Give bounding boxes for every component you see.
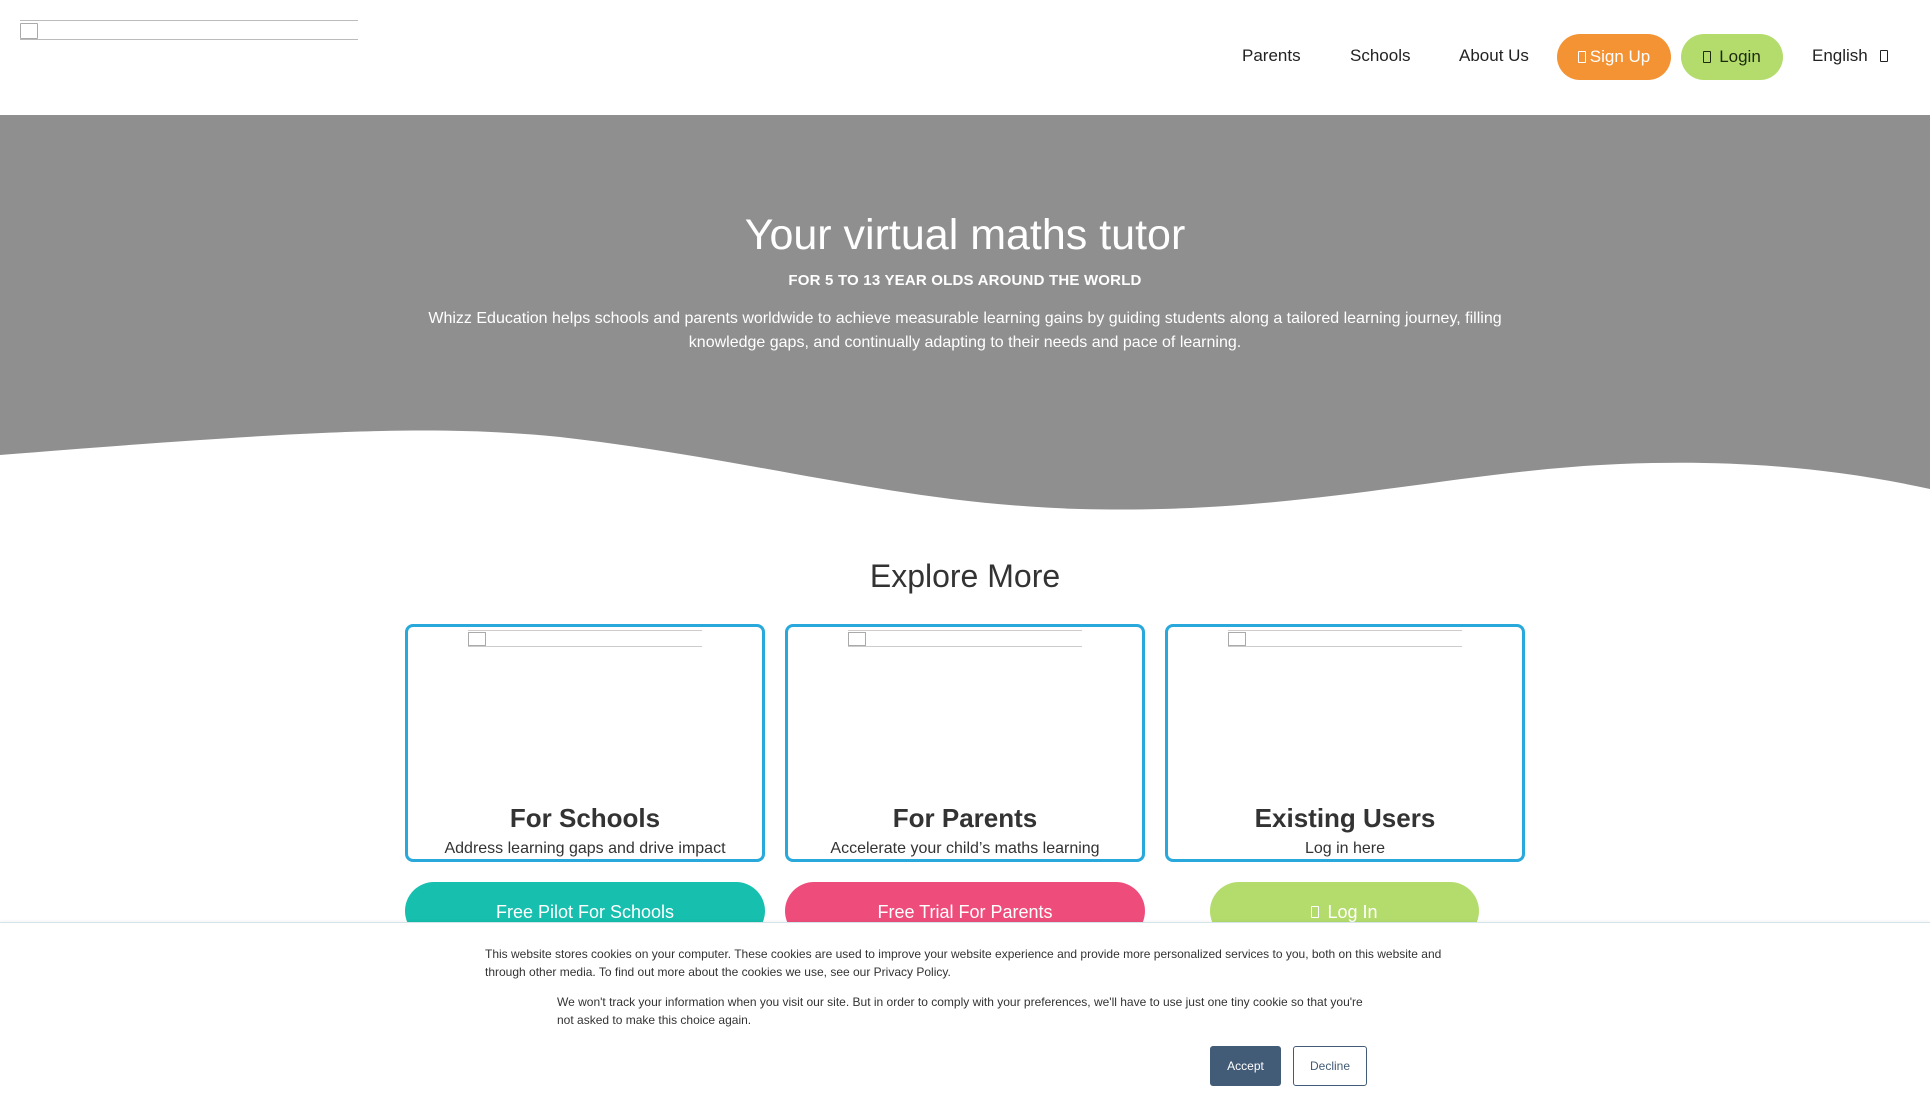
- login-icon: [1703, 51, 1712, 63]
- cookie-banner: This website stores cookies on your comp…: [0, 922, 1930, 1112]
- card-title: For Parents: [892, 803, 1038, 833]
- language-label: English: [1812, 46, 1868, 65]
- card-existing-users[interactable]: Existing Users Log in here: [1165, 624, 1525, 862]
- cookie-notice-text: This website stores cookies on your comp…: [485, 947, 1442, 979]
- login-label: Login: [1719, 47, 1761, 66]
- card-description: Address learning gaps and drive impact: [444, 840, 726, 857]
- decline-cookies-button[interactable]: Decline: [1293, 1046, 1367, 1086]
- chevron-down-icon: [1879, 50, 1888, 62]
- nav-about-us[interactable]: About Us: [1459, 46, 1529, 66]
- hero-section: Your virtual maths tutor FOR 5 TO 13 YEA…: [0, 115, 1930, 515]
- hero-title: Your virtual maths tutor: [744, 211, 1186, 259]
- user-plus-icon: [1577, 51, 1586, 63]
- broken-image-icon: [848, 632, 866, 646]
- card-for-schools[interactable]: For Schools Address learning gaps and dr…: [405, 624, 765, 862]
- broken-image-icon: [1228, 632, 1246, 646]
- signup-label: Sign Up: [1589, 47, 1651, 66]
- card-description: Accelerate your child’s maths learning: [830, 840, 1100, 857]
- language-selector[interactable]: English: [1812, 46, 1888, 66]
- cookie-tracking-text: We won't track your information when you…: [557, 995, 1363, 1027]
- login-icon: [1311, 906, 1320, 918]
- explore-title: Explore More: [869, 558, 1061, 594]
- nav-schools[interactable]: Schools: [1350, 46, 1410, 66]
- card-image: [468, 630, 702, 647]
- card-title: For Schools: [509, 803, 661, 833]
- card-description: Log in here: [1304, 840, 1386, 857]
- broken-image-icon: [468, 632, 486, 646]
- signup-button[interactable]: Sign Up: [1557, 34, 1671, 80]
- card-for-parents[interactable]: For Parents Accelerate your child’s math…: [785, 624, 1145, 862]
- accept-cookies-button[interactable]: Accept: [1210, 1046, 1281, 1086]
- login-button[interactable]: Login: [1681, 34, 1783, 80]
- hero-description: Whizz Education helps schools and parent…: [428, 310, 1502, 351]
- broken-image-icon: [20, 23, 38, 39]
- hero-subtitle: FOR 5 TO 13 YEAR OLDS AROUND THE WORLD: [788, 272, 1142, 289]
- card-image: [1228, 630, 1462, 647]
- card-title: Existing Users: [1254, 803, 1436, 833]
- nav-parents[interactable]: Parents: [1242, 46, 1301, 66]
- site-header: Parents Schools About Us Sign Up Login E…: [0, 0, 1930, 115]
- card-image: [848, 630, 1082, 647]
- site-logo[interactable]: [20, 20, 358, 40]
